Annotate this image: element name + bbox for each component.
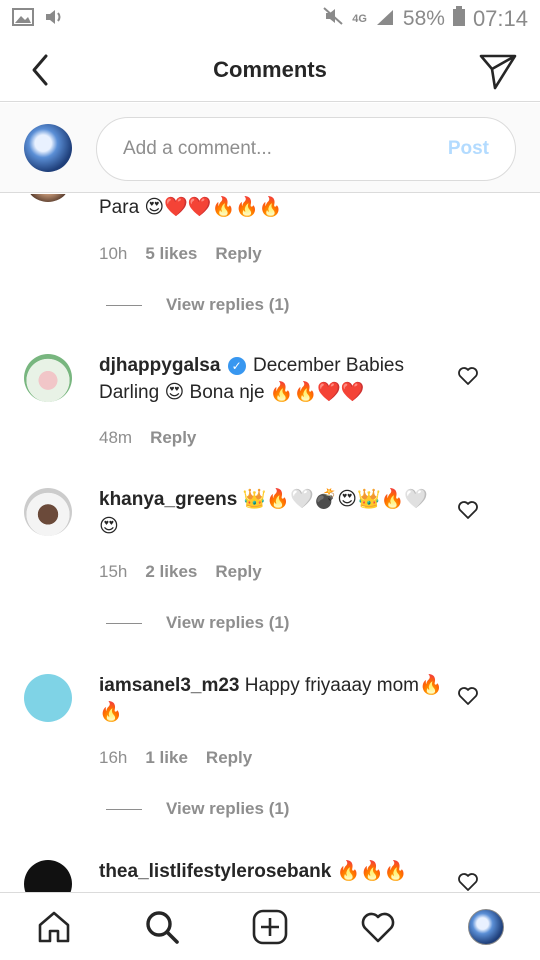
comment-likes[interactable]: 1 like <box>145 748 188 768</box>
profile-tab[interactable] <box>459 900 513 954</box>
view-replies-label: View replies (1) <box>166 799 290 818</box>
direct-message-icon[interactable] <box>478 50 518 90</box>
comment-username[interactable]: djhappygalsa <box>99 355 220 376</box>
comment-username[interactable]: thea_listlifestylerosebank <box>99 861 331 882</box>
back-chevron-icon[interactable] <box>22 52 58 88</box>
status-bar: 4G 58% 07:14 <box>0 0 540 38</box>
view-replies-button[interactable]: View replies (1) <box>106 295 289 315</box>
comment-likes[interactable]: 5 likes <box>145 244 197 264</box>
comment-avatar[interactable] <box>24 354 72 402</box>
battery-percent: 58% <box>402 7 445 30</box>
comment-text: iamsanel3_m23 Happy friyaaay mom🔥🔥 <box>99 672 444 726</box>
search-icon[interactable] <box>135 900 189 954</box>
profile-avatar <box>468 908 504 945</box>
comment-input-wrapper: Post <box>96 117 516 181</box>
comment-input[interactable] <box>123 138 448 160</box>
comment-meta: 15h 2 likes Reply <box>99 562 262 582</box>
comment-meta: 48m Reply <box>99 428 196 448</box>
view-replies-label: View replies (1) <box>166 295 290 314</box>
comment-time: 48m <box>99 428 133 447</box>
home-icon[interactable] <box>27 900 81 954</box>
like-heart-icon[interactable] <box>456 870 480 892</box>
replies-divider <box>106 622 142 624</box>
reply-button[interactable]: Reply <box>215 244 261 264</box>
reply-button[interactable]: Reply <box>206 748 252 768</box>
page-title: Comments <box>213 56 327 82</box>
clock: 07:14 <box>472 6 528 31</box>
comments-header: Comments <box>0 38 540 102</box>
comment-body: 🔥🔥🔥 <box>336 861 408 882</box>
replies-divider <box>106 808 142 810</box>
view-replies-button[interactable]: View replies (1) <box>106 613 289 633</box>
like-heart-icon[interactable] <box>456 684 480 708</box>
current-user-avatar <box>24 124 72 172</box>
comment-text: Para 😍❤️❤️🔥🔥🔥 <box>99 197 283 218</box>
new-post-icon[interactable] <box>243 900 297 954</box>
activity-heart-icon[interactable] <box>351 900 405 954</box>
reply-button[interactable]: Reply <box>215 562 261 582</box>
comment-username[interactable]: iamsanel3_m23 <box>99 675 240 696</box>
comment-composer: Post <box>0 103 540 193</box>
comment-time: 16h <box>99 748 128 767</box>
like-heart-icon[interactable] <box>456 364 480 388</box>
comment-username[interactable]: khanya_greens <box>99 489 237 510</box>
battery-icon <box>452 6 465 32</box>
volume-icon <box>44 6 64 32</box>
network-type: 4G <box>352 13 367 25</box>
comment-meta: 10h 5 likes Reply <box>99 244 262 264</box>
verified-badge-icon: ✓ <box>227 357 246 375</box>
comments-list: Para 😍❤️❤️🔥🔥🔥 10h 5 likes Reply View rep… <box>0 194 540 892</box>
comment-likes[interactable]: 2 likes <box>145 562 197 582</box>
reply-button[interactable]: Reply <box>150 428 196 448</box>
signal-icon <box>375 6 395 32</box>
comment-meta: 16h 1 like Reply <box>99 748 252 768</box>
view-replies-label: View replies (1) <box>166 613 290 632</box>
mute-icon <box>322 6 344 32</box>
replies-divider <box>106 304 142 306</box>
comment-text: thea_listlifestylerosebank 🔥🔥🔥 <box>99 858 444 885</box>
comment-avatar[interactable] <box>24 194 72 202</box>
gallery-icon <box>12 6 34 32</box>
bottom-navigation <box>0 892 540 960</box>
comment-time: 10h <box>99 244 128 263</box>
comment-text: djhappygalsa ✓ December Babies Darling 😍… <box>99 352 444 406</box>
comment-avatar[interactable] <box>24 860 72 892</box>
view-replies-button[interactable]: View replies (1) <box>106 799 289 819</box>
comment-text: khanya_greens 👑🔥🤍💣😍👑🔥🤍😍 <box>99 486 444 540</box>
comment-time: 15h <box>99 562 128 581</box>
comment-avatar[interactable] <box>24 674 72 722</box>
comment-avatar[interactable] <box>24 488 72 536</box>
like-heart-icon[interactable] <box>456 498 480 522</box>
post-button[interactable]: Post <box>448 138 489 160</box>
